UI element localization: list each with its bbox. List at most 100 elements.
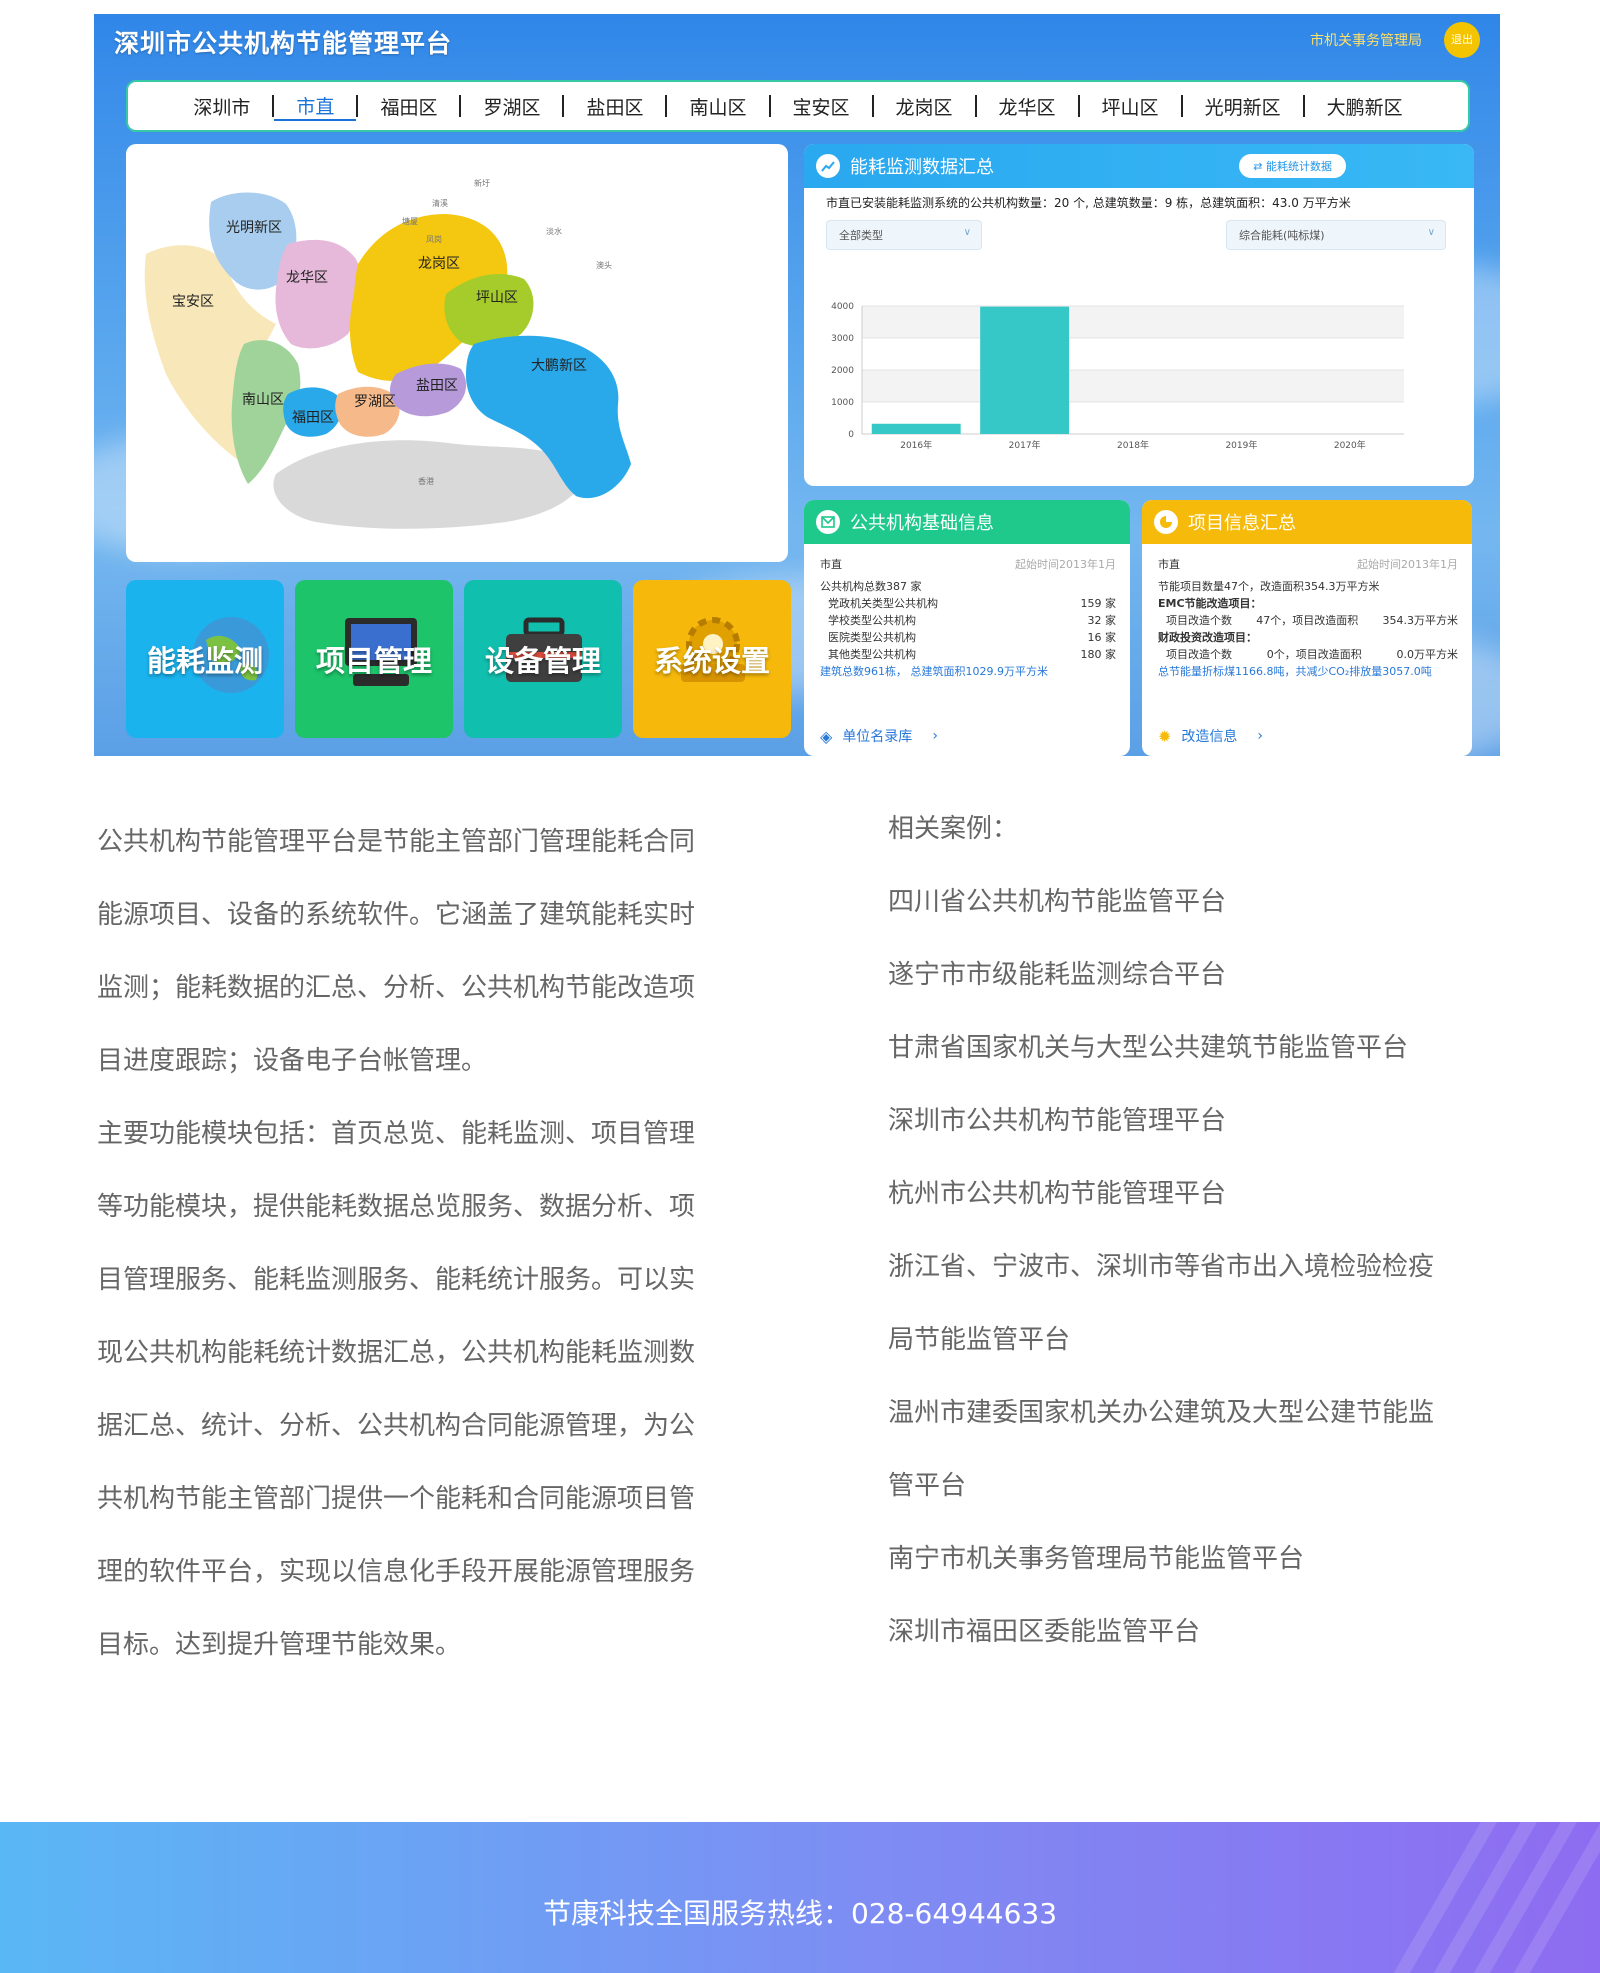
energy-stat-button-label: 能耗统计数据 — [1266, 160, 1332, 173]
district-nav-item: 罗湖区 — [461, 93, 565, 120]
retrofit-info-label: 改造信息 — [1181, 729, 1238, 745]
case-item[interactable]: 四川省公共机构节能监管平台 — [888, 866, 1508, 939]
energy-card-title: 能耗监测数据汇总 — [850, 157, 994, 178]
tab-district[interactable]: 罗湖区 — [461, 93, 562, 120]
tab-district[interactable]: 坪山区 — [1080, 93, 1181, 120]
x-tick-label: 2016年 — [900, 439, 932, 451]
map-label: 南山区 — [242, 392, 284, 408]
case-item[interactable]: 局节能监管平台 — [888, 1304, 1508, 1377]
chevron-right-icon: › — [932, 728, 938, 744]
device-manage-tile[interactable]: 设备管理 — [464, 580, 622, 738]
logout-button[interactable]: 退出 — [1444, 22, 1480, 58]
map-label: 盐田区 — [416, 378, 458, 394]
category-label: 党政机关类型公共机构 — [828, 597, 938, 610]
fin-title-row: 财政投资改造项目： — [1158, 629, 1458, 646]
tile-label: 能耗监测 — [146, 644, 263, 678]
district-nav-item: 龙岗区 — [874, 93, 977, 120]
metric-select[interactable]: 综合能耗(吨标煤) ∨ — [1226, 220, 1446, 250]
x-tick-label: 2017年 — [1009, 439, 1041, 451]
project-card-header: 项目信息汇总 — [1142, 500, 1472, 544]
case-item[interactable]: 深圳市福田区委能监管平台 — [888, 1596, 1508, 1669]
district-nav-item: 盐田区 — [564, 93, 668, 120]
basic-scope: 市直 — [820, 558, 842, 571]
fin-title: 财政投资改造项目： — [1158, 631, 1257, 644]
unit-directory-link[interactable]: ◈ 单位名录库 › — [820, 726, 938, 746]
basic-category-row: 党政机关类型公共机构 159 家 — [820, 595, 1116, 612]
basic-card-header: 公共机构基础信息 — [804, 500, 1130, 544]
category-label: 其他类型公共机构 — [828, 648, 916, 661]
map-small-label: 清溪 — [432, 198, 448, 208]
intro-line: 共机构节能主管部门提供一个能耗和合同能源项目管 — [97, 1484, 696, 1514]
case-item[interactable]: 杭州市公共机构节能管理平台 — [888, 1158, 1508, 1231]
energy-monitor-tile[interactable]: 能耗监测 — [126, 580, 284, 738]
intro-line: 主要功能模块包括：首页总览、能耗监测、项目管理 — [97, 1119, 696, 1149]
fin-label: 项目改造个数 — [1166, 648, 1232, 661]
category-count: 16 家 — [1087, 631, 1117, 644]
intro-text: 公共机构节能管理平台是节能主管部门管理能耗合同 能源项目、设备的系统软件。它涵盖了… — [97, 806, 773, 1682]
tab-district[interactable]: 大鹏新区 — [1305, 93, 1425, 120]
metric-select-value: 综合能耗(吨标煤) — [1239, 229, 1325, 242]
tab-district[interactable]: 龙岗区 — [874, 93, 975, 120]
type-select[interactable]: 全部类型 ∨ — [826, 220, 982, 250]
tab-district[interactable]: 盐田区 — [564, 93, 665, 120]
tab-district[interactable]: 龙华区 — [977, 93, 1078, 120]
map-label: 香港 — [418, 476, 434, 486]
case-item[interactable]: 深圳市公共机构节能管理平台 — [888, 1085, 1508, 1158]
basic-rows: 党政机关类型公共机构 159 家学校类型公共机构 32 家医院类型公共机构 16 家其… — [820, 595, 1116, 663]
x-tick-label: 2020年 — [1334, 439, 1366, 451]
project-since: 起始时间2013年1月 — [1357, 558, 1458, 571]
grid-band — [862, 306, 1404, 338]
energy-summary-card: 能耗监测数据汇总 ⇄ 能耗统计数据 市直已安装能耗监测系统的公共机构数量：20 … — [804, 144, 1474, 486]
case-item[interactable]: 甘肃省国家机关与大型公共建筑节能监管平台 — [888, 1012, 1508, 1085]
case-item[interactable]: 管平台 — [888, 1450, 1508, 1523]
tile-label: 设备管理 — [484, 644, 601, 678]
map-small-label: 凤岗 — [426, 235, 442, 244]
map-label: 龙华区 — [286, 270, 328, 286]
system-settings-tile[interactable]: 系统设置 — [633, 580, 791, 738]
unit-directory-label: 单位名录库 — [842, 729, 913, 745]
map-label: 龙岗区 — [418, 256, 460, 272]
case-item[interactable]: 浙江省、宁波市、深圳市等省市出入境检验检疫 — [888, 1231, 1508, 1304]
category-count: 180 家 — [1080, 648, 1117, 661]
tab-district[interactable]: 光明新区 — [1183, 93, 1303, 120]
tab-district[interactable]: 深圳市 — [171, 93, 272, 120]
shenzhen-map: 光明新区 龙华区 宝安区 龙岗区 坪山区 大鹏新区 南山区 福田区 罗湖区 盐田… — [144, 178, 631, 529]
case-item[interactable]: 遂宁市市级能耗监测综合平台 — [888, 939, 1508, 1012]
tile-label: 项目管理 — [315, 644, 432, 678]
service-hotline: 节康科技全国服务热线：028-64944633 — [542, 1897, 1058, 1930]
tab-district[interactable]: 市直 — [274, 92, 357, 121]
retrofit-info-link[interactable]: ✹ 改造信息 › — [1158, 726, 1263, 746]
tab-district[interactable]: 宝安区 — [771, 93, 872, 120]
energy-summary-text: 市直已安装能耗监测系统的公共机构数量：20 个, 总建筑数量：9 栋，总建筑面积… — [826, 196, 1351, 210]
category-count: 159 家 — [1080, 597, 1117, 610]
tab-district[interactable]: 南山区 — [667, 93, 768, 120]
intro-line: 目标。达到提升管理节能效果。 — [97, 1630, 462, 1660]
map-small-label: 澳头 — [596, 260, 612, 270]
related-cases: 相关案例： 四川省公共机构节能监管平台 遂宁市市级能耗监测综合平台 甘肃省国家机关与… — [888, 793, 1508, 1669]
district-nav: 深圳市 市直 福田区 罗湖区 盐田区 南山区 宝安区 龙岗区 龙华区 坪山区 光明新区 大鹏新区 — [126, 80, 1470, 132]
basic-buildings: 建筑总数961栋， 总建筑面积1029.9万平方米 — [820, 665, 1048, 678]
gear-icon: ✹ — [1158, 726, 1172, 746]
project-manage-tile[interactable]: 项目管理 — [295, 580, 453, 738]
basic-info-card: 公共机构基础信息 市直 起始时间2013年1月 公共机构总数387 家 党政机关… — [804, 500, 1130, 756]
case-item[interactable]: 温州市建委国家机关办公建筑及大型公建节能监 — [888, 1377, 1508, 1450]
district-nav-item: 光明新区 — [1183, 93, 1305, 120]
chevron-right-icon: › — [1257, 728, 1264, 744]
district-nav-item: 福田区 — [358, 93, 462, 120]
chevron-down-icon: ∨ — [963, 227, 971, 238]
y-tick-label: 3000 — [831, 334, 854, 344]
chart-icon — [816, 154, 840, 178]
y-tick-label: 1000 — [831, 398, 854, 408]
tile-label: 系统设置 — [653, 644, 770, 678]
chevron-down-icon: ∨ — [1427, 227, 1435, 238]
energy-stat-button[interactable]: ⇄ 能耗统计数据 — [1239, 154, 1346, 178]
case-item[interactable]: 南宁市机关事务管理局节能监管平台 — [888, 1523, 1508, 1596]
grid-band — [862, 370, 1404, 402]
basic-category-row: 学校类型公共机构 32 家 — [820, 612, 1116, 629]
district-nav-item: 南山区 — [667, 93, 771, 120]
district-nav-item: 大鹏新区 — [1305, 93, 1425, 120]
map-region-longhua[interactable] — [275, 239, 363, 349]
intro-line: 目管理服务、能耗监测服务、能耗统计服务。可以实 — [97, 1265, 696, 1295]
tab-district[interactable]: 福田区 — [358, 93, 459, 120]
basic-scope-row: 市直 起始时间2013年1月 — [820, 556, 1116, 578]
